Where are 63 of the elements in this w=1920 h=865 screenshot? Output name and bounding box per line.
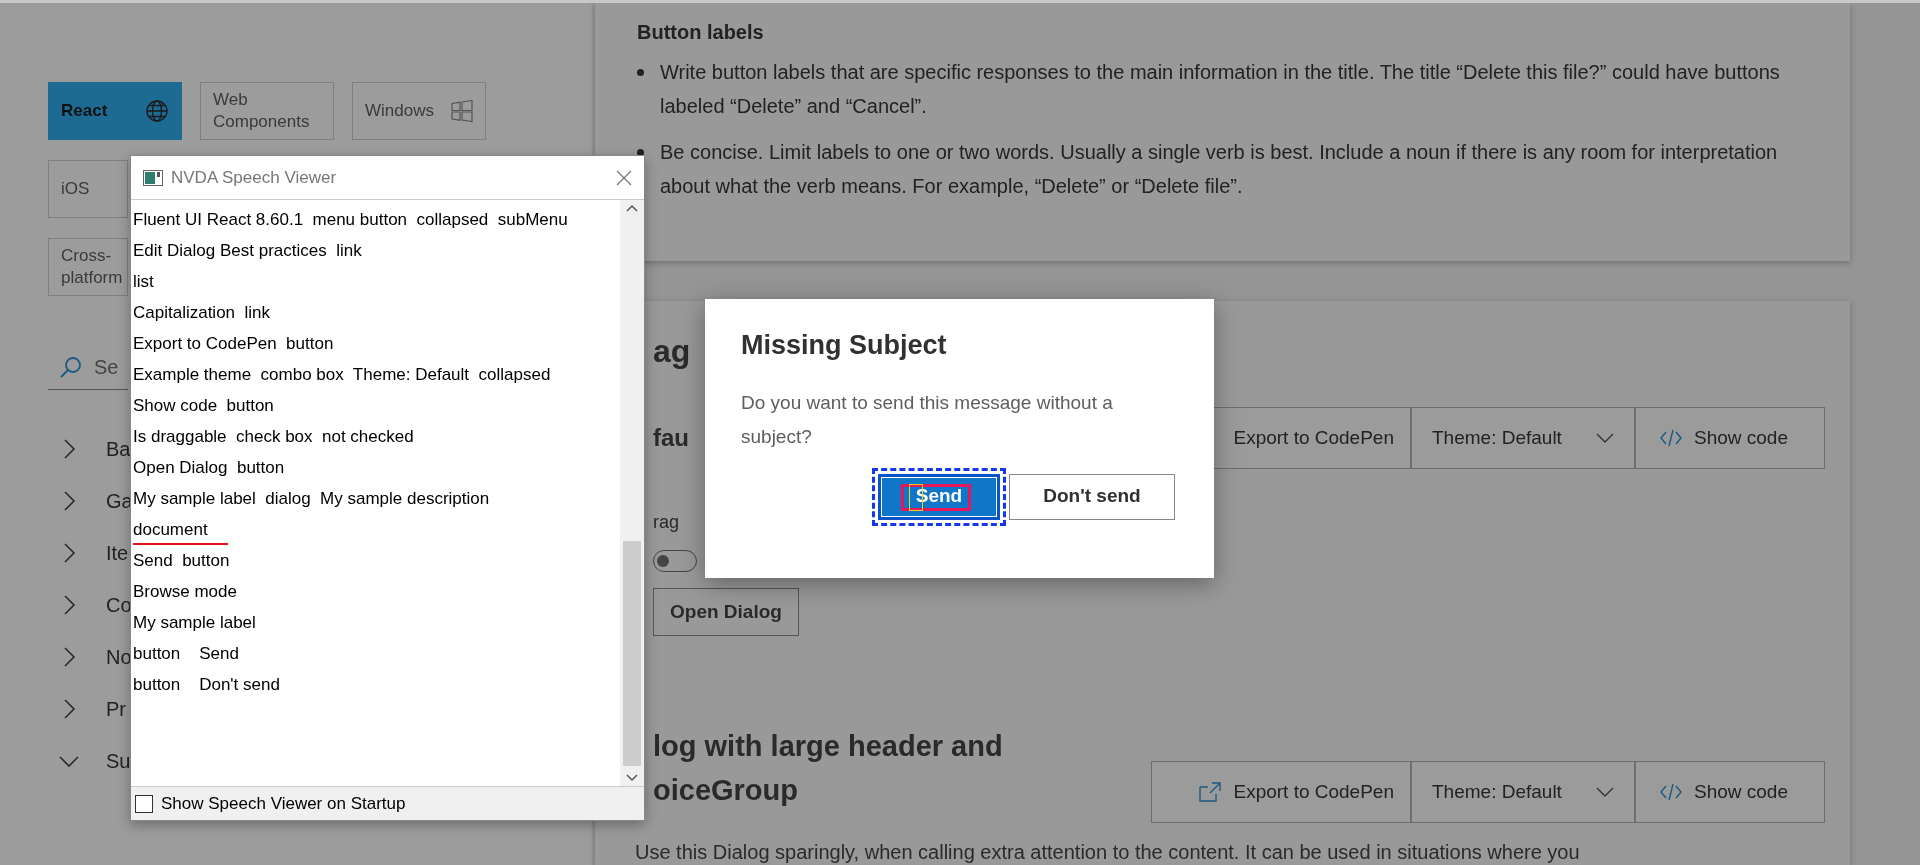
nav-item[interactable]: Pr: [48, 683, 126, 735]
chevron-down-icon: [1596, 432, 1614, 444]
speech-line: Export to CodePen button: [133, 333, 334, 355]
toggle-label: rag: [653, 511, 679, 534]
checkbox[interactable]: [135, 794, 153, 813]
theme-dropdown[interactable]: Theme: Default: [1411, 407, 1635, 469]
windows-icon: [451, 100, 473, 122]
speech-line: Is draggable check box not checked: [133, 426, 414, 448]
show-code-button[interactable]: Show code: [1635, 761, 1825, 823]
nav-item[interactable]: Ite: [48, 527, 129, 579]
platform-tab[interactable]: Windows: [352, 82, 486, 140]
bullet-icon: [637, 69, 644, 76]
nav-item[interactable]: Ba: [48, 423, 131, 475]
speech-line: Show code button: [133, 395, 274, 417]
speech-line: button Send: [133, 643, 239, 665]
description-text: Use this Dialog sparingly, when calling extra attention to the content. It can be used in situations where you: [635, 840, 1580, 865]
speech-line: My sample label dialog My sample description: [133, 488, 490, 510]
dont-send-button[interactable]: Don't send: [1009, 473, 1175, 520]
platform-tab[interactable]: Cross-platform: [48, 238, 128, 296]
speech-line: Browse mode: [133, 581, 237, 603]
speech-line: My sample label: [133, 612, 256, 634]
example-subtitle: fau: [653, 423, 689, 453]
open-dialog-button[interactable]: Open Dialog: [653, 588, 799, 636]
nav-item[interactable]: Co: [48, 579, 132, 631]
theme-dropdown[interactable]: Theme: Default: [1411, 761, 1635, 823]
code-icon: [1660, 429, 1682, 447]
share-icon: [1199, 782, 1222, 802]
scrollbar[interactable]: [620, 200, 644, 786]
speech-line: Open Dialog button: [133, 457, 285, 479]
globe-icon: [145, 99, 169, 123]
platform-tab[interactable]: iOS: [48, 160, 128, 218]
section-heading: Button labels: [637, 20, 765, 45]
code-icon: [1660, 783, 1682, 801]
chevron-down-icon: [1596, 786, 1614, 798]
scroll-up-icon[interactable]: [626, 204, 638, 212]
checkbox-label: Show Speech Viewer on Startup: [161, 792, 406, 815]
speech-line: document: [133, 517, 228, 545]
export-button[interactable]: Export to CodePen: [1151, 761, 1411, 823]
speech-line: Send button: [133, 550, 230, 572]
speech-line: Example theme combo box Theme: Default collapsed: [133, 364, 551, 386]
dialog-message: Do you want to send this message without a subject?: [741, 390, 1114, 449]
search-icon: [60, 355, 82, 378]
app-icon: [143, 169, 163, 186]
window-title: NVDA Speech Viewer: [171, 166, 337, 189]
speech-line: Fluent UI React 8.60.1 menu button collapsed subMenu: [133, 209, 568, 231]
speech-line: Capitalization link: [133, 302, 270, 324]
nav-item[interactable]: No: [48, 631, 132, 683]
bullet-text: Write button labels that are specific responses to the main information in the title. The title “Delete this file?” could have buttons labeled “Delete” and “Cancel”.: [660, 60, 1781, 119]
dialog-title: Missing Subject: [741, 329, 948, 362]
close-icon[interactable]: [616, 169, 632, 186]
search-field[interactable]: Se: [94, 351, 128, 382]
nav-item[interactable]: Su: [48, 735, 131, 787]
section-title: log with large header and oiceGroup: [653, 729, 1003, 808]
speech-line: list: [133, 271, 154, 293]
bullet-text: Be concise. Limit labels to one or two words. Usually a single verb is best. Include a noun if there is any room for interpretation about what the verb means. For example, “Delete” or “Delete file”.: [660, 140, 1779, 199]
export-button[interactable]: Export to CodePen: [1211, 407, 1411, 469]
scroll-down-icon[interactable]: [626, 774, 638, 782]
show-code-button[interactable]: Show code: [1635, 407, 1825, 469]
section-title: ag: [653, 332, 691, 371]
speech-line: Edit Dialog Best practices link: [133, 240, 362, 262]
speech-line: button Don't send: [133, 674, 280, 696]
platform-tab[interactable]: Web Components: [200, 82, 334, 140]
platform-tab[interactable]: React: [48, 82, 182, 140]
